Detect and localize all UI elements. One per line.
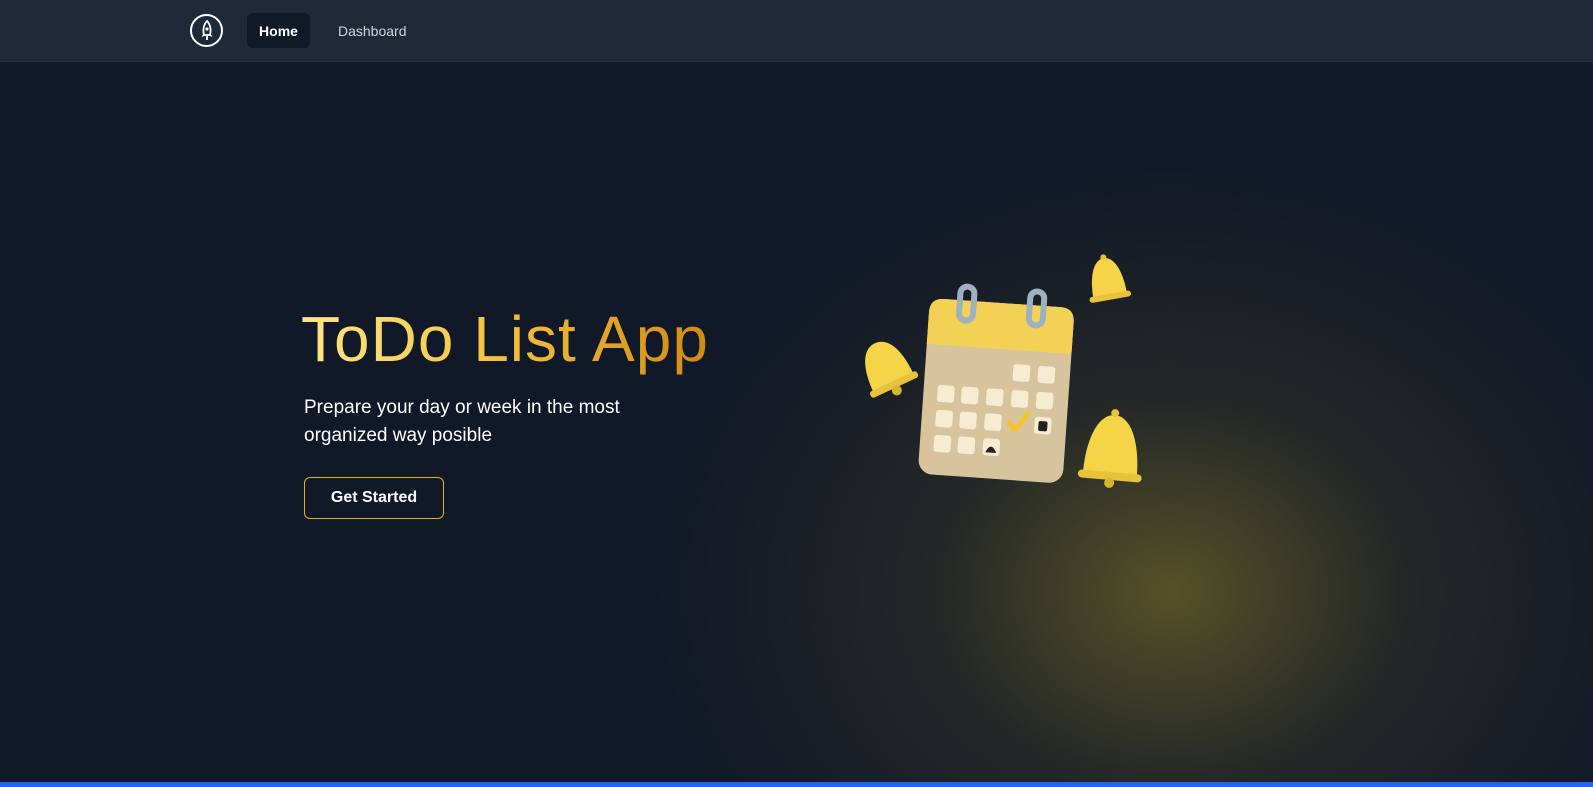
get-started-button[interactable]: Get Started	[304, 477, 444, 519]
calendar-icon	[918, 283, 1074, 483]
hero-section	[0, 62, 1593, 782]
bell-icon	[1089, 254, 1132, 303]
nav-dashboard-link[interactable]: Dashboard	[326, 13, 419, 48]
top-navbar: Home Dashboard	[0, 0, 1593, 62]
bottom-accent-bar	[0, 782, 1593, 787]
hero-subtitle: Prepare your day or week in the most org…	[304, 397, 620, 446]
page-title: ToDo List App	[301, 303, 709, 375]
calendar-with-bells-illustration	[865, 254, 1142, 488]
rocket-icon	[201, 19, 212, 40]
logo-link[interactable]	[190, 14, 223, 47]
bell-icon	[865, 341, 919, 398]
bell-icon	[1077, 409, 1142, 488]
nav-home-link[interactable]: Home	[247, 13, 310, 48]
